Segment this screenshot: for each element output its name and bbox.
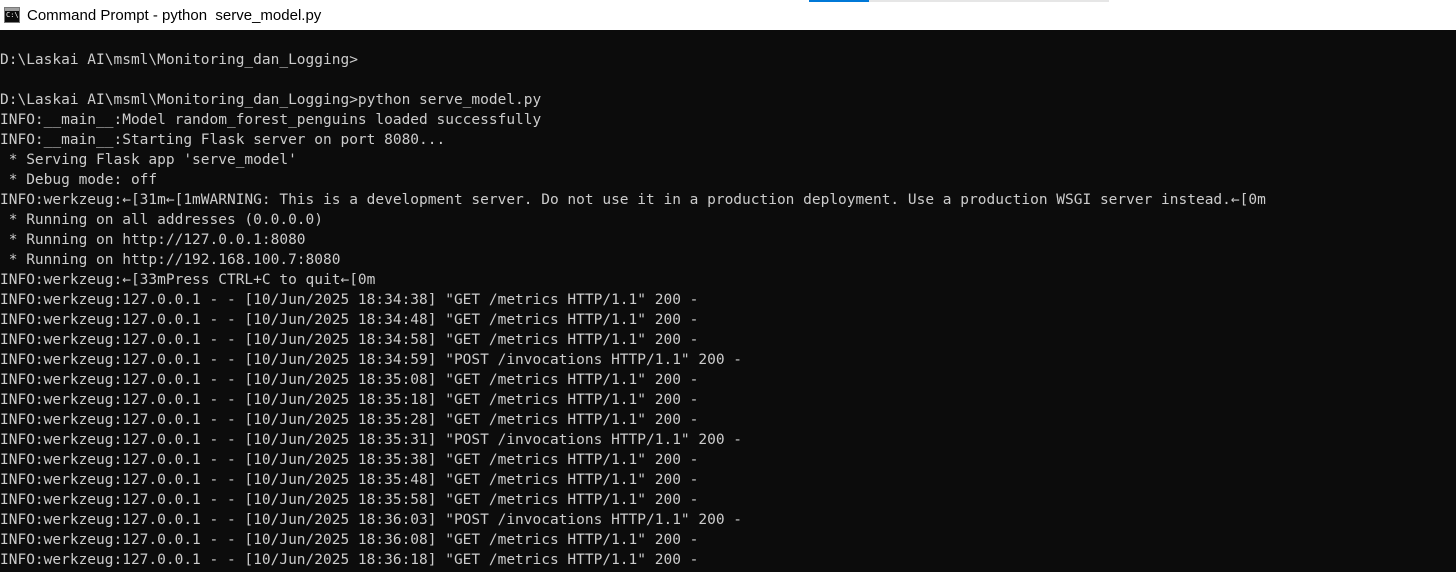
console-line: D:\Laskai AI\msml\Monitoring_dan_Logging… [0,92,542,108]
console-line: INFO:werkzeug:127.0.0.1 - - [10/Jun/2025… [0,552,699,568]
console-line: * Running on all addresses (0.0.0.0) [0,212,324,228]
console-line: * Serving Flask app 'serve_model' [0,152,297,168]
console-line: INFO:werkzeug:127.0.0.1 - - [10/Jun/2025… [0,412,699,428]
console-line: INFO:werkzeug:127.0.0.1 - - [10/Jun/2025… [0,332,699,348]
console-line: INFO:werkzeug:127.0.0.1 - - [10/Jun/2025… [0,492,699,508]
console-line: INFO:werkzeug:127.0.0.1 - - [10/Jun/2025… [0,512,743,528]
console-line: D:\Laskai AI\msml\Monitoring_dan_Logging… [0,52,358,68]
console-line: INFO:werkzeug:127.0.0.1 - - [10/Jun/2025… [0,352,743,368]
console-line: INFO:werkzeug:127.0.0.1 - - [10/Jun/2025… [0,372,699,388]
accent-strip [809,0,1109,2]
cmd-icon-glyph: C:\. [6,11,23,19]
console-line: INFO:__main__:Starting Flask server on p… [0,132,446,148]
console-line: * Running on http://127.0.0.1:8080 [0,232,306,248]
command-prompt-window: C:\. Command Prompt - python serve_model… [0,0,1456,572]
console-line: INFO:__main__:Model random_forest_pengui… [0,112,542,128]
accent-highlight [809,0,869,2]
console-line: INFO:werkzeug:127.0.0.1 - - [10/Jun/2025… [0,432,743,448]
cmd-icon[interactable]: C:\. [4,7,23,23]
console-line: INFO:werkzeug:←[31m←[1mWARNING: This is … [0,192,1266,208]
console-line: INFO:werkzeug:127.0.0.1 - - [10/Jun/2025… [0,532,699,548]
title-bar[interactable]: C:\. Command Prompt - python serve_model… [0,0,1456,30]
console-line: INFO:werkzeug:127.0.0.1 - - [10/Jun/2025… [0,452,699,468]
console-line: * Debug mode: off [0,172,158,188]
console-output[interactable]: D:\Laskai AI\msml\Monitoring_dan_Logging… [0,50,1456,572]
console-line: INFO:werkzeug:←[33mPress CTRL+C to quit←… [0,272,376,288]
console-line: INFO:werkzeug:127.0.0.1 - - [10/Jun/2025… [0,292,699,308]
console-line: INFO:werkzeug:127.0.0.1 - - [10/Jun/2025… [0,392,699,408]
console-line: * Running on http://192.168.100.7:8080 [0,252,341,268]
console-line: INFO:werkzeug:127.0.0.1 - - [10/Jun/2025… [0,312,699,328]
window-title: Command Prompt - python serve_model.py [27,6,322,24]
console-line: INFO:werkzeug:127.0.0.1 - - [10/Jun/2025… [0,472,699,488]
